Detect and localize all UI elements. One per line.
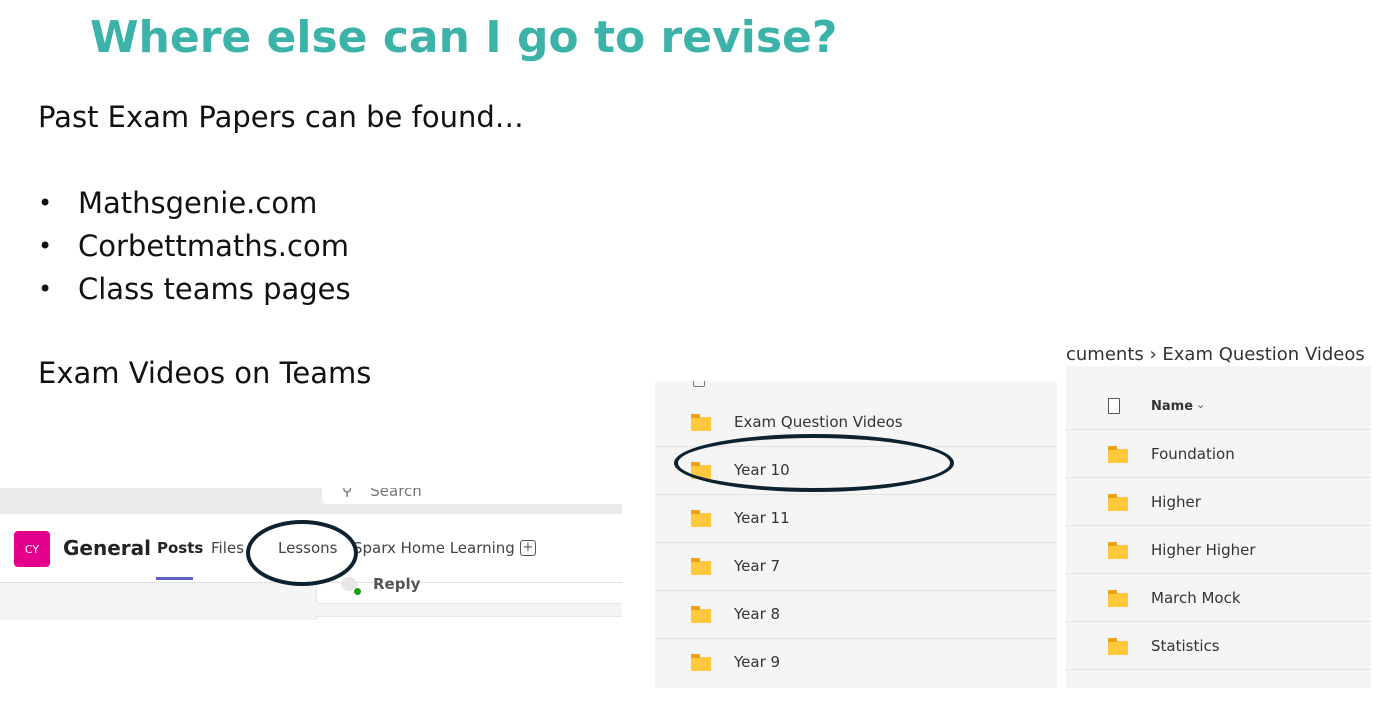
- list-item[interactable]: Statistics: [1066, 622, 1371, 670]
- highlight-ring-year-10: [674, 434, 954, 492]
- breadcrumb-text: cuments › Exam Question Videos: [1066, 344, 1365, 364]
- list-item[interactable]: Year 11: [655, 495, 1057, 543]
- folder-name: Foundation: [1151, 445, 1235, 463]
- folder-icon: [691, 414, 711, 431]
- folder-name: Higher: [1151, 493, 1201, 511]
- active-tab-indicator: [156, 577, 193, 580]
- bullet-text: Class teams pages: [78, 272, 351, 306]
- folder-icon: [1108, 542, 1128, 559]
- tab-posts[interactable]: Posts: [157, 539, 203, 557]
- folder-icon: [1108, 446, 1128, 463]
- folder-name: Year 9: [734, 653, 781, 671]
- column-header[interactable]: Name ⌄: [1066, 382, 1371, 430]
- folder-name: Year 7: [734, 557, 781, 575]
- message-card: [316, 616, 622, 620]
- search-icon: ⚲: [342, 488, 353, 499]
- list-item[interactable]: Year 7: [655, 543, 1057, 591]
- tab-sparx-home-learning[interactable]: Sparx Home Learning: [353, 539, 515, 557]
- folder-name: Year 8: [734, 605, 781, 623]
- intro-text: Past Exam Papers can be found…: [38, 100, 524, 134]
- slide-title: Where else can I go to revise?: [90, 12, 838, 63]
- folder-name: Exam Question Videos: [734, 413, 903, 431]
- list-item[interactable]: March Mock: [1066, 574, 1371, 622]
- folder-name: Year 11: [734, 509, 790, 527]
- search-placeholder: Search: [370, 488, 422, 500]
- list-item: • Mathsgenie.com: [38, 182, 351, 225]
- folder-icon: [691, 558, 711, 575]
- chevron-down-icon: ⌄: [1196, 398, 1206, 411]
- bullet-text: Corbettmaths.com: [78, 229, 349, 263]
- list-item[interactable]: Year 9: [655, 639, 1057, 687]
- folder-list-right: Name ⌄ Foundation Higher Higher Higher M…: [1066, 366, 1371, 688]
- folder-list-left: Exam Question Videos Year 10 Year 11 Yea…: [655, 381, 1057, 688]
- folder-name: Statistics: [1151, 637, 1220, 655]
- team-avatar[interactable]: CY: [14, 531, 50, 567]
- list-item[interactable]: Higher: [1066, 478, 1371, 526]
- list-item[interactable]: Foundation: [1066, 430, 1371, 478]
- folder-icon: [1108, 638, 1128, 655]
- folder-icon: [691, 510, 711, 527]
- reply-label: Reply: [373, 575, 421, 593]
- bullet-icon: •: [38, 275, 53, 303]
- list-item: • Class teams pages: [38, 268, 351, 311]
- search-input[interactable]: ⚲ Search: [322, 488, 622, 504]
- name-column-label: Name: [1151, 399, 1194, 414]
- bullet-list: • Mathsgenie.com • Corbettmaths.com • Cl…: [38, 182, 351, 311]
- list-item: • Corbettmaths.com: [38, 225, 351, 268]
- exam-videos-label: Exam Videos on Teams: [38, 356, 372, 390]
- add-tab-icon[interactable]: +: [520, 540, 536, 556]
- channel-name: General: [63, 536, 151, 560]
- list-item[interactable]: Year 8: [655, 591, 1057, 639]
- reply-box[interactable]: Reply: [316, 575, 622, 604]
- file-type-icon: [1108, 398, 1120, 414]
- bullet-icon: •: [38, 189, 53, 217]
- folder-icon: [691, 654, 711, 671]
- folder-icon: [1108, 494, 1128, 511]
- list-item[interactable]: Higher Higher: [1066, 526, 1371, 574]
- folder-icon: [691, 606, 711, 623]
- tab-files[interactable]: Files: [211, 539, 244, 557]
- breadcrumb: cuments › Exam Question Videos: [1066, 340, 1374, 364]
- folder-name: Higher Higher: [1151, 541, 1256, 559]
- folder-icon: [1108, 590, 1128, 607]
- bullet-icon: •: [38, 232, 53, 260]
- teams-search-bar: ⚲ Search: [0, 488, 622, 514]
- online-status-icon: [353, 587, 362, 596]
- checkbox-icon: [693, 381, 705, 387]
- highlight-ring-lessons: [246, 520, 358, 586]
- folder-name: March Mock: [1151, 589, 1241, 607]
- bullet-text: Mathsgenie.com: [78, 186, 318, 220]
